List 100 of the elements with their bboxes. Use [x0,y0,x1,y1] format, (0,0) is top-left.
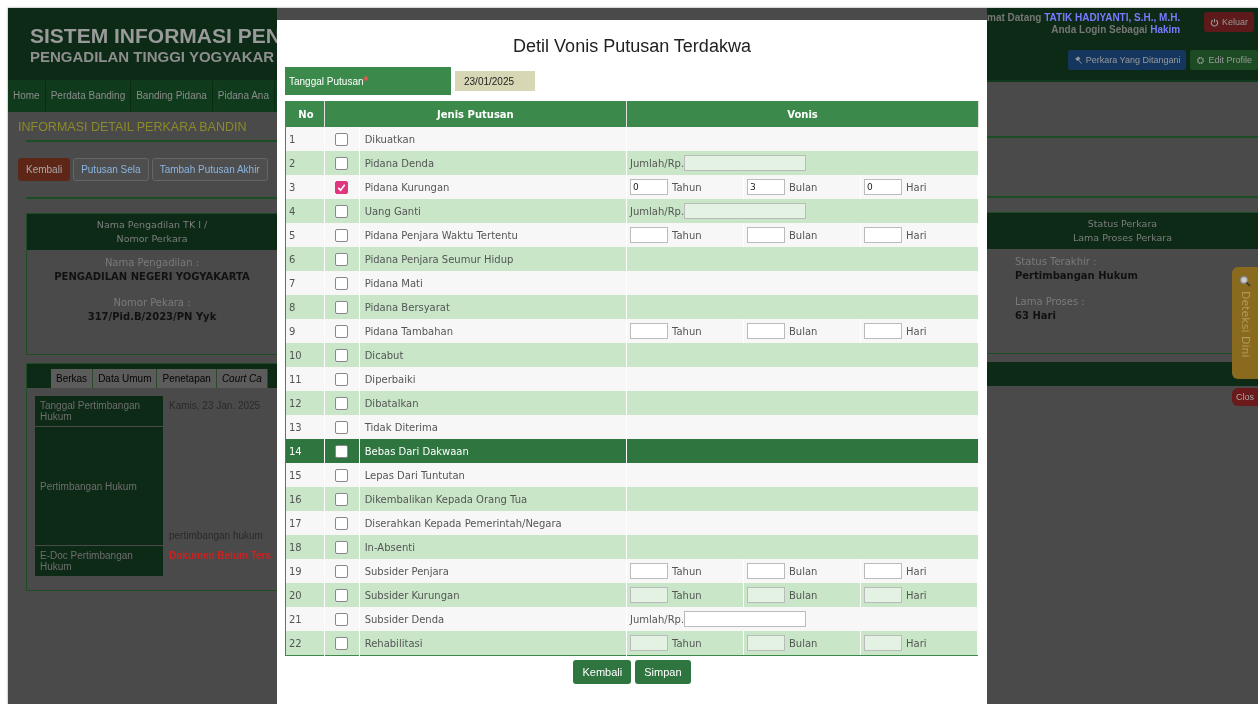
table-row[interactable]: 3 Pidana Kurungan 0 Tahun 3 Bulan 0 Hari [285,175,979,199]
amount-label: Jumlah/Rp. [630,205,685,217]
checkbox[interactable] [335,156,349,170]
column-heading: Nama Pengadilan TK I / [96,218,208,232]
nav-link[interactable]: Perdata Banding [45,81,132,111]
detail-value: Dokumen Belum Ters [168,549,273,563]
table-row[interactable]: 7 Pidana Mati [285,271,979,295]
number-field[interactable] [747,323,785,339]
table-row[interactable]: 21 Subsider Denda Jumlah/Rp. [285,607,979,631]
tab[interactable]: Data Umum [93,369,158,388]
search-icon [1239,275,1251,287]
number-field[interactable] [630,563,668,579]
checkbox[interactable] [335,564,349,578]
checkbox[interactable] [335,252,349,266]
number-field[interactable] [630,227,668,243]
unit-label: Hari [906,589,927,601]
tab[interactable]: Berkas [51,369,94,388]
table-row[interactable]: 4 Uang Ganti Jumlah/Rp. [285,199,979,223]
number-field[interactable] [864,587,902,603]
date-field[interactable]: 23/01/2025 [455,71,535,91]
number-field[interactable]: 3 [747,179,785,195]
column-heading: Lama Proses Perkara [1072,231,1173,245]
table-row[interactable]: 17 Diserahkan Kepada Pemerintah/Negara [285,511,979,535]
nav-link[interactable]: Pidana Ana [212,81,275,111]
number-field[interactable] [864,227,902,243]
checkbox[interactable] [335,228,349,242]
table-row[interactable]: 2 Pidana Denda Jumlah/Rp. [285,151,979,175]
checkbox[interactable] [335,588,349,602]
number-field[interactable] [864,635,902,651]
table-row[interactable]: 9 Pidana Tambahan Tahun Bulan Hari [285,319,979,343]
table-row[interactable]: 1 Dikuatkan [285,127,979,151]
checkbox[interactable] [335,204,349,218]
number-field[interactable]: 0 [864,179,902,195]
number-field[interactable] [747,227,785,243]
number-field[interactable] [864,323,902,339]
number-field[interactable]: 0 [630,179,668,195]
checkbox[interactable] [335,396,349,410]
amount-field[interactable] [684,611,807,627]
close-button[interactable]: Clos [1232,388,1258,406]
action-button[interactable]: Tambah Putusan Akhir [151,158,268,181]
checkbox[interactable] [335,276,349,290]
table-row[interactable]: 13 Tidak Diterima [285,415,979,439]
number-field[interactable] [630,635,668,651]
unit-label: Hari [906,637,927,649]
checkbox[interactable] [335,420,349,434]
checkbox[interactable] [335,324,349,338]
gavel-icon [1073,55,1083,65]
checkbox[interactable] [335,540,349,554]
amount-field[interactable] [684,155,807,171]
amount-field[interactable] [684,203,807,219]
detail-label: Tanggal Pertimbangan Hukum [35,396,163,426]
checkbox[interactable] [335,372,349,386]
power-icon [1210,17,1219,27]
table-row[interactable]: 11 Diperbaiki [285,367,979,391]
number-field[interactable] [864,563,902,579]
number-field[interactable] [747,563,785,579]
nav-link[interactable]: Home [8,81,46,111]
checkbox[interactable] [335,636,349,650]
checkbox[interactable] [335,180,349,194]
checkbox[interactable] [335,468,349,482]
tab[interactable]: Penetapan [157,369,217,388]
action-button[interactable]: Kembali [18,158,71,181]
checkbox[interactable] [335,444,349,458]
checkbox[interactable] [335,300,349,314]
unit-label: Bulan [789,565,818,577]
checkbox[interactable] [335,348,349,362]
unit-label: Tahun [672,325,702,337]
logout-button[interactable]: Keluar [1204,12,1254,32]
login-role-text: Anda Login Sebagai [1051,24,1148,35]
table-row[interactable]: 12 Dibatalkan [285,391,979,415]
dialog-button[interactable]: Simpan [635,660,691,684]
table-row[interactable]: 20 Subsider Kurungan Tahun Bulan Hari [285,583,979,607]
number-field[interactable] [630,587,668,603]
action-button[interactable]: Putusan Sela [73,158,149,181]
table-row[interactable]: 22 Rehabilitasi Tahun Bulan Hari [285,631,979,656]
header-button[interactable]: Edit Profile [1190,50,1258,70]
table-row[interactable]: 15 Lepas Dari Tuntutan [285,463,979,487]
table-row[interactable]: 8 Pidana Bersyarat [285,295,979,319]
checkbox[interactable] [335,132,349,146]
number-field[interactable] [747,635,785,651]
number-field[interactable] [630,323,668,339]
dialog-button[interactable]: Kembali [573,660,632,684]
nav-link[interactable]: Banding Pidana [131,81,213,111]
unit-label: Hari [906,229,927,241]
number-field[interactable] [747,587,785,603]
column-heading: Nomor Perkara [116,232,188,246]
checkbox[interactable] [335,492,349,506]
header-button[interactable]: Perkara Yang Ditangani [1067,50,1187,70]
table-row[interactable]: 19 Subsider Penjara Tahun Bulan Hari [285,559,979,583]
tab[interactable]: Court Ca [216,369,268,388]
table-row[interactable]: 16 Dikembalikan Kepada Orang Tua [285,487,979,511]
table-row[interactable]: 6 Pidana Penjara Seumur Hidup [285,247,979,271]
table-row[interactable]: 18 In-Absenti [285,535,979,559]
table-row[interactable]: 14 Bebas Dari Dakwaan [285,439,979,463]
table-row[interactable]: 5 Pidana Penjara Waktu Tertentu Tahun Bulan Hari [285,223,979,247]
checkbox[interactable] [335,516,349,530]
checkbox[interactable] [335,612,349,626]
table-row[interactable]: 10 Dicabut [285,343,979,367]
unit-label: Tahun [672,589,702,601]
unit-label: Tahun [672,181,702,193]
